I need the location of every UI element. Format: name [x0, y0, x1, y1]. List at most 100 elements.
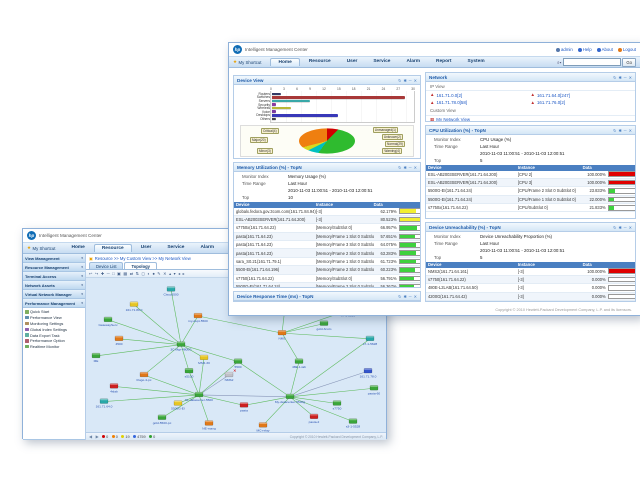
toolbar-icon-5[interactable]: ▣ [117, 271, 121, 277]
userlink-help[interactable]: Help [578, 47, 592, 52]
topology-node-5500g-ei[interactable]: 5500G-EI [171, 401, 185, 411]
toolbar-icon-15[interactable]: ▾ [174, 271, 176, 277]
close-icon[interactable]: ✕ [414, 78, 417, 83]
topology-node-msr-30[interactable]: MSR-30 [198, 355, 210, 365]
content-tab-device-list[interactable]: Device List [89, 262, 123, 269]
topology-node-4500[interactable]: 4500 [115, 336, 123, 346]
tab-home[interactable]: Home [64, 244, 91, 252]
close-icon[interactable]: ✕ [629, 225, 632, 230]
toolbar-icon-12[interactable]: ✎ [157, 271, 161, 277]
search-input[interactable] [563, 58, 621, 66]
sidebar-section-network-assets[interactable]: Network Assets▾ [23, 281, 85, 290]
topology-node-gold-3com[interactable]: gold-3com [317, 321, 332, 331]
userlink-logout[interactable]: Logout [618, 47, 636, 52]
toolbar-icon-16[interactable]: ◂ [178, 271, 180, 277]
topology-node-ne-mang[interactable]: NE-mang [202, 421, 216, 431]
topology-node-gold-5500-pc[interactable]: gold-5500-pc [153, 415, 172, 425]
close-icon[interactable]: ✕ [629, 75, 632, 80]
toolbar-icon-14[interactable]: ▴ [169, 271, 171, 277]
tab-alarm[interactable]: Alarm [399, 58, 427, 66]
collapse-icon[interactable]: ─ [624, 75, 627, 80]
toolbar-icon-9[interactable]: ◻ [142, 271, 145, 277]
tab-user[interactable]: User [134, 244, 159, 252]
topology-node-pasta[interactable]: pasta [240, 403, 248, 413]
toolbar-icon-11[interactable]: ● [152, 271, 155, 277]
front-shortcut[interactable]: ★ My Shortcut [233, 59, 261, 65]
toolbar-icon-3[interactable]: ─ [107, 271, 110, 277]
pager-arrow-icon[interactable]: ▶ [96, 434, 99, 439]
ip-view-link-161-71-64-0-247-[interactable]: ▲161.71.64.0[247] [531, 93, 632, 98]
refresh-icon[interactable]: ↻ [613, 128, 616, 133]
refresh-icon[interactable]: ↻ [613, 75, 616, 80]
ip-view-link-161-71-76-0-2-[interactable]: ▲161.71.76.0[2] [531, 100, 632, 105]
toolbar-icon-7[interactable]: ⇄ [130, 271, 134, 277]
toolbar-icon-8[interactable]: ⇅ [136, 271, 140, 277]
userlink-about[interactable]: About [597, 47, 613, 52]
collapse-icon[interactable]: ─ [409, 165, 412, 170]
toolbar-icon-4[interactable]: □ [112, 271, 115, 277]
collapse-icon[interactable]: ─ [409, 294, 412, 299]
settings-icon[interactable]: ✱ [403, 294, 406, 299]
topology-node-48e-1-lab[interactable]: 48E-1-lab [292, 359, 306, 369]
toolbar-icon-6[interactable]: ▦ [123, 271, 127, 277]
ip-view-link-161-71-0-0-2-[interactable]: ▲161.71.0.0[2] [430, 93, 531, 98]
back-shortcut[interactable]: ★ My Shortcut [27, 245, 55, 251]
topology-node-nms2[interactable]: ✕NMS2 [225, 368, 237, 382]
toolbar-icon-13[interactable]: ✕ [163, 271, 167, 277]
toolbar-icon-0[interactable]: ↩ [89, 271, 93, 277]
tab-service[interactable]: Service [366, 58, 397, 66]
tab-report[interactable]: Report [429, 58, 458, 66]
settings-icon[interactable]: ✱ [618, 225, 621, 230]
sidebar-section-virtual-network-manager[interactable]: Virtual Network Manager▾ [23, 290, 85, 299]
settings-icon[interactable]: ✱ [403, 78, 406, 83]
tab-user[interactable]: User [340, 58, 365, 66]
collapse-icon[interactable]: ─ [624, 128, 627, 133]
tab-service[interactable]: Service [160, 244, 191, 252]
refresh-icon[interactable]: ↻ [398, 165, 401, 170]
topology-node-me[interactable]: ME [92, 353, 100, 363]
refresh-icon[interactable]: ↻ [613, 225, 616, 230]
topology-node-my-dept-5500[interactable]: my-dept-5500 [188, 313, 208, 323]
settings-icon[interactable]: ✱ [618, 128, 621, 133]
toolbar-icon-17[interactable]: ▸ [183, 271, 185, 277]
refresh-icon[interactable]: ↻ [398, 78, 401, 83]
toolbar-icon-1[interactable]: ↪ [95, 271, 99, 277]
tab-resource[interactable]: Resource [302, 58, 338, 66]
content-tab-topology[interactable]: Topology [124, 262, 157, 269]
tab-system[interactable]: System [461, 58, 492, 66]
sidebar-section-view-management[interactable]: View Management▾ [23, 254, 85, 263]
topology-node-s5100[interactable]: s5100 [185, 368, 194, 378]
toolbar-icon-10[interactable]: ◐ [147, 271, 150, 277]
ip-view-link-161-71-78-0-58-[interactable]: ▲161.71.78.0[58] [430, 100, 531, 105]
topology-node-nms[interactable]: NMS [278, 330, 286, 340]
collapse-icon[interactable]: ─ [624, 225, 627, 230]
toolbar-icon-2[interactable]: ✚ [101, 271, 105, 277]
sidebar-section-resource-management[interactable]: Resource Management▾ [23, 263, 85, 272]
topology-node-4slab[interactable]: 4slab [110, 384, 118, 394]
sidebar-section-performance-management[interactable]: Performance Management▾ [23, 299, 85, 308]
topology-node-pasta-2[interactable]: pasta-2 [309, 414, 320, 424]
close-icon[interactable]: ✕ [629, 128, 632, 133]
tab-home[interactable]: Home [270, 58, 299, 66]
pager-arrow-icon[interactable]: ◀ [89, 434, 92, 439]
userlink-admin[interactable]: admin [556, 47, 573, 52]
sidebar-item-realtime-monitor[interactable]: Realtime Monitor [25, 344, 85, 350]
topology-node-161-71-64-0[interactable]: 161.71.64.0 [96, 399, 113, 409]
topology-node-pasta-60[interactable]: pasta-60 [368, 385, 381, 395]
tab-resource[interactable]: Resource [94, 244, 132, 252]
collapse-icon[interactable]: ─ [409, 78, 412, 83]
topology-node-s3-1-5528[interactable]: s3-1-5528 [346, 419, 361, 429]
topology-node-s7750[interactable]: s7750 [333, 401, 342, 411]
topology-node-mc-relay[interactable]: MC-relay [257, 422, 270, 432]
close-icon[interactable]: ✕ [414, 294, 417, 299]
settings-icon[interactable]: ✱ [618, 75, 621, 80]
close-icon[interactable]: ✕ [414, 165, 417, 170]
settings-icon[interactable]: ✱ [403, 165, 406, 170]
custom-view-link-my-network-view[interactable]: ▦My Network View [430, 117, 531, 122]
topology-node-s7-1-5628[interactable]: s7-1-5628 [363, 336, 378, 346]
search-go-button[interactable]: Go [622, 58, 636, 67]
topology-node-161-71-80-0[interactable]: 161.71.80.0 [126, 302, 143, 312]
tab-alarm[interactable]: Alarm [193, 244, 221, 252]
refresh-icon[interactable]: ↻ [398, 294, 401, 299]
sidebar-section-terminal-access[interactable]: Terminal Access▾ [23, 272, 85, 281]
